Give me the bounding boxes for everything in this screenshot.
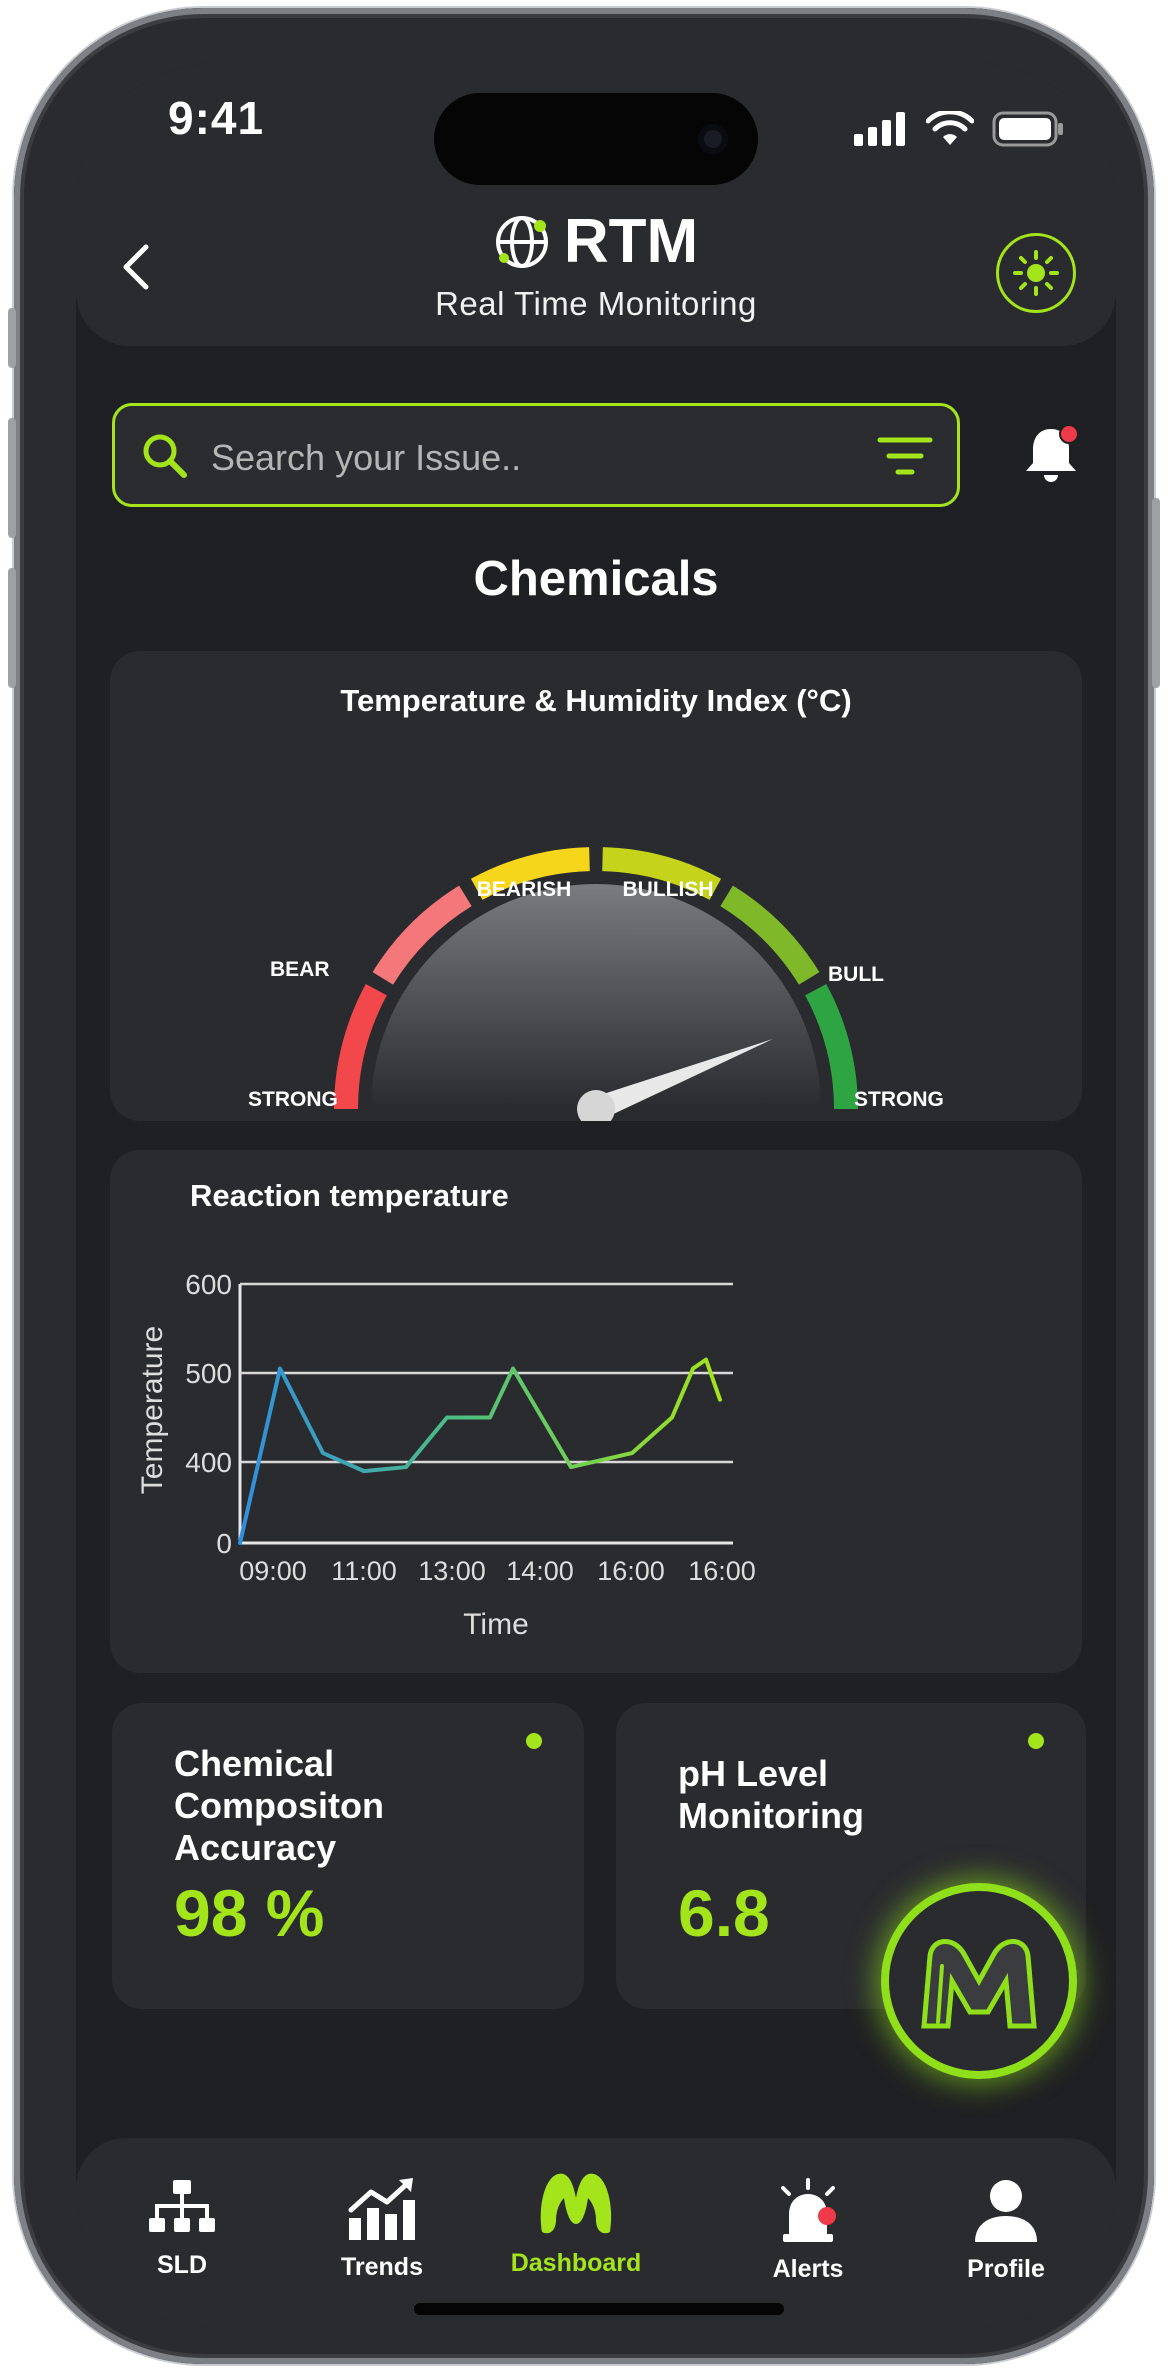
phone-frame: RTM Real Time Monitoring 9:41 Search you… [8, 8, 1160, 2364]
theme-toggle-button[interactable] [996, 233, 1076, 313]
nav-label: Alerts [772, 2255, 844, 2283]
x-tick-label: 16:00 [688, 1556, 756, 1586]
nav-label: Dashboard [510, 2249, 642, 2277]
reaction-temperature-card: Reaction temperature 0 400 500 600 09:00 11:0… [110, 1150, 1082, 1673]
gauge-zone-label: STRONG [854, 1088, 944, 1111]
brand: RTM Real Time Monitoring [76, 211, 1116, 323]
volume-down-button [8, 568, 16, 688]
bottom-nav: SLD Trends Dashboard Alerts Profile [76, 2138, 1116, 2328]
x-tick-label: 14:00 [506, 1556, 574, 1586]
series-line [238, 1357, 722, 1545]
notification-bell-icon[interactable] [1020, 423, 1082, 485]
sentiment-gauge: STRONG BEAR BEAR BEARISH BULLISH BULL STRONG BU… [248, 847, 944, 1121]
x-axis-label: Time [463, 1608, 529, 1641]
globe-logo-icon [495, 216, 548, 268]
gauge-zone-label: BULL [828, 963, 884, 986]
x-tick-label: 16:00 [597, 1556, 665, 1586]
gauge-card: Temperature & Humidity Index (°C) STRONG… [110, 651, 1082, 1121]
home-indicator [414, 2303, 784, 2315]
m-logo-icon [540, 2173, 612, 2234]
status-dot [1028, 1733, 1044, 1749]
filter-icon[interactable] [877, 434, 933, 480]
app-name: RTM [563, 207, 699, 276]
reaction-temperature-chart: 0 400 500 600 09:00 11:00 13:00 14:00 16:00 16:00… [136, 1269, 756, 1641]
app-subtitle: Real Time Monitoring [435, 285, 757, 322]
gauge-zone-label: BEAR [248, 1118, 308, 1121]
y-axis-label: Temperature [136, 1326, 169, 1494]
siren-icon [781, 2178, 836, 2242]
stat-value: 98 % [174, 1876, 325, 1950]
search-icon [143, 434, 187, 478]
nav-label: SLD [157, 2251, 207, 2279]
battery-icon [992, 111, 1063, 147]
nav-item-trends[interactable]: Trends [302, 2178, 462, 2282]
hierarchy-icon [149, 2180, 215, 2232]
user-icon [975, 2180, 1037, 2242]
stat-label: Chemical Compositon Accuracy [174, 1743, 384, 1868]
status-icons [854, 111, 1064, 147]
chemical-accuracy-card[interactable]: Chemical Compositon Accuracy 98 % [112, 1703, 584, 2009]
nav-item-profile[interactable]: Profile [926, 2178, 1086, 2284]
nav-label: Profile [967, 2255, 1045, 2283]
wifi-icon [926, 111, 974, 145]
gauge-zone-label: BULL [854, 1118, 910, 1121]
gauge-zone-label: BULLISH [623, 878, 714, 901]
volume-up-button [8, 418, 16, 538]
stat-value: 6.8 [678, 1876, 770, 1950]
x-tick-label: 13:00 [418, 1556, 486, 1586]
search-bar[interactable]: Search your Issue.. [112, 403, 960, 507]
sun-icon [1013, 250, 1059, 296]
x-tick-label: 11:00 [331, 1556, 397, 1586]
screen: RTM Real Time Monitoring 9:41 Search you… [76, 63, 1116, 2328]
m-logo-icon [921, 1939, 1037, 2029]
stat-label: pH Level Monitoring [678, 1753, 864, 1836]
assistant-fab-button[interactable] [881, 1883, 1077, 2079]
y-tick-label: 400 [185, 1447, 232, 1478]
cellular-signal-icon [854, 112, 905, 146]
status-dot [526, 1733, 542, 1749]
nav-item-dashboard[interactable]: Dashboard [496, 2168, 656, 2278]
x-tick-label: 09:00 [239, 1556, 307, 1586]
status-time: 9:41 [168, 92, 265, 144]
power-button [1152, 498, 1160, 688]
y-tick-label: 500 [185, 1358, 232, 1389]
y-tick-label: 600 [185, 1269, 232, 1300]
page-title: Chemicals [473, 552, 719, 606]
nav-item-sld[interactable]: SLD [102, 2178, 262, 2280]
gauge-zone-label: BEARISH [477, 878, 572, 901]
gauge-zone-label: BEAR [270, 958, 330, 981]
y-tick-label: 0 [216, 1528, 232, 1559]
gauge-zone-label: STRONG [248, 1088, 338, 1111]
nav-label: Trends [341, 2253, 423, 2281]
dynamic-island [434, 93, 758, 185]
mute-switch [8, 308, 16, 368]
trend-chart-icon [348, 2178, 415, 2240]
nav-item-alerts[interactable]: Alerts [728, 2178, 888, 2284]
search-input[interactable]: Search your Issue.. [211, 437, 521, 479]
